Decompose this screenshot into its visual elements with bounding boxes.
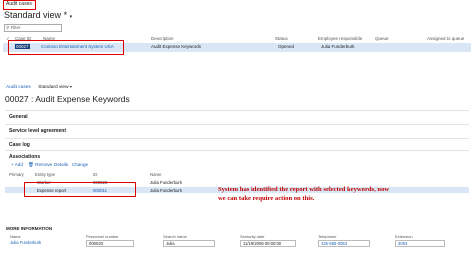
detail-breadcrumb: Audit cases Standard view ▾ — [6, 84, 72, 90]
entity-name: Julia Funderburk — [150, 187, 183, 193]
highlight-expense-report — [24, 182, 136, 197]
field-name[interactable]: Julia Funderburk — [9, 240, 61, 247]
more-info-heading: MORE INFORMATION — [6, 226, 53, 231]
filter-icon: ⚲ — [6, 25, 10, 30]
entity-name: Julia Funderburk — [150, 179, 183, 185]
chevron-down-icon: ▾ — [69, 84, 72, 89]
col-status[interactable]: Status — [275, 36, 288, 41]
section-general-label: General — [9, 114, 28, 120]
assoc-col-entity[interactable]: Entity type — [35, 172, 55, 177]
audit-cases-link[interactable]: Audit cases — [6, 85, 31, 90]
detail-title: 00027 : Audit Expense Keywords — [5, 94, 130, 104]
field-label-name: Name — [10, 234, 21, 239]
remove-label: Remove — [35, 162, 53, 167]
assoc-col-name[interactable]: Name — [150, 172, 161, 177]
employee-cell: Julia Funderburk — [321, 44, 355, 49]
filter-input[interactable]: ⚲ Filter — [4, 24, 62, 32]
view-title: Standard view — [4, 10, 62, 20]
field-seniority-date[interactable]: 11/19/2006 00:00:00 — [240, 240, 296, 247]
col-employee[interactable]: Employee responsible — [318, 36, 362, 41]
section-sla[interactable]: Service level agreement — [5, 124, 469, 136]
details-button[interactable]: Details — [54, 162, 68, 167]
field-label-telephone: Telephone — [318, 234, 337, 239]
assoc-header: Primary Entity type ID Name — [5, 171, 469, 177]
field-label-seniority: Seniority date — [240, 234, 265, 239]
section-case-log[interactable]: Case log — [5, 138, 469, 150]
field-extension[interactable]: 3053 — [395, 240, 445, 247]
field-search-name[interactable]: Julia — [163, 240, 215, 247]
col-description[interactable]: Description — [151, 36, 174, 41]
field-telephone[interactable]: 425-555-0053 — [318, 240, 370, 247]
delete-icon: 🗑 — [28, 162, 34, 167]
section-associations-label: Associations — [9, 154, 41, 160]
detail-view-label[interactable]: Standard view — [38, 85, 68, 90]
remove-button[interactable]: 🗑 Remove — [28, 162, 52, 168]
section-case-log-label: Case log — [9, 142, 30, 148]
section-sla-label: Service level agreement — [9, 128, 66, 134]
chevron-down-icon: ▾ — [69, 14, 73, 20]
annotation-note: System has identified the report with se… — [218, 186, 390, 202]
assoc-col-primary[interactable]: Primary — [9, 172, 24, 177]
status-cell: Opened — [278, 44, 295, 49]
unsaved-marker: * — [63, 10, 68, 20]
field-label-extension: Extension — [395, 234, 413, 239]
add-button[interactable]: + Add — [11, 162, 23, 167]
page-title[interactable]: Standard view * ▾ — [4, 10, 72, 20]
assoc-col-id[interactable]: ID — [93, 172, 97, 177]
col-queue[interactable]: Queue — [375, 36, 389, 41]
filter-placeholder: Filter — [10, 25, 21, 30]
change-button[interactable]: Change — [72, 162, 88, 167]
highlight-breadcrumb — [3, 0, 36, 10]
section-general[interactable]: General — [5, 110, 469, 122]
description-cell: Audit Expense Keywords — [151, 44, 202, 49]
field-label-personnel: Personnel number — [86, 234, 119, 239]
field-personnel-number[interactable]: 000020 — [86, 240, 134, 247]
highlight-row — [8, 40, 124, 55]
col-assigned[interactable]: Assigned to queue — [427, 36, 464, 41]
section-associations[interactable]: Associations — [5, 150, 469, 162]
field-label-search-name: Search name — [163, 234, 187, 239]
